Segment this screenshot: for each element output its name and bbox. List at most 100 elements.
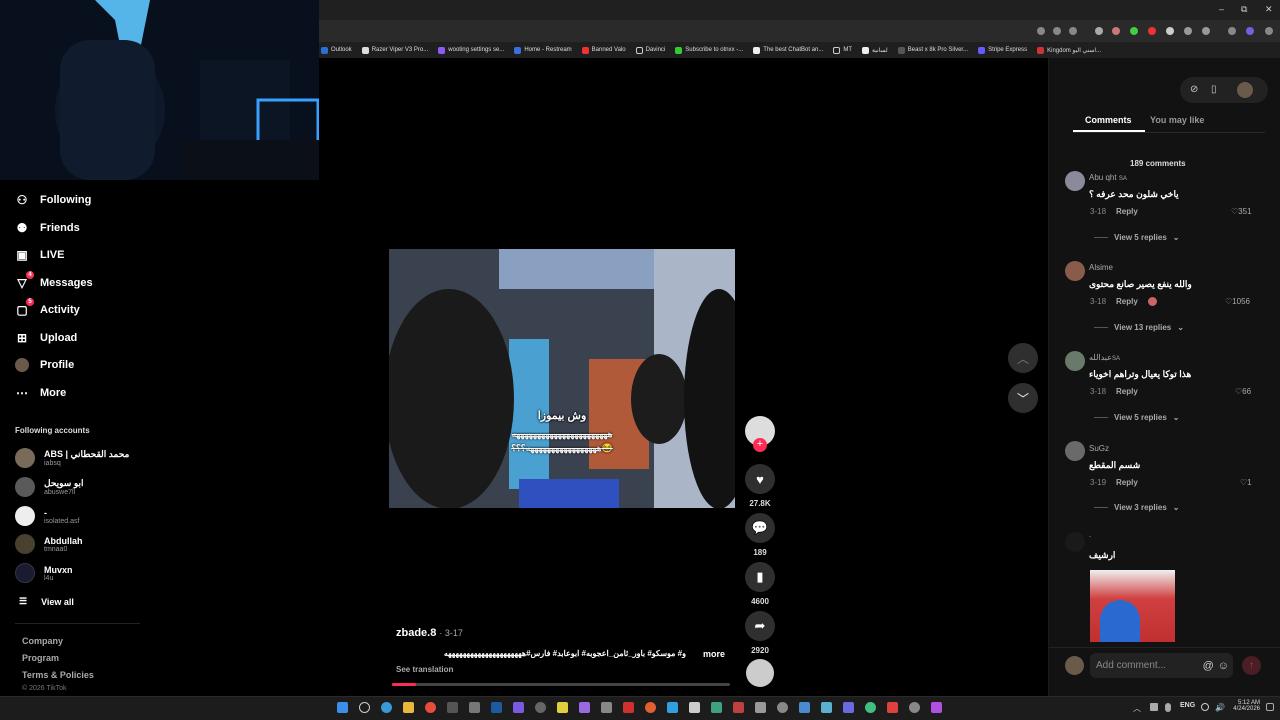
app-icon[interactable] — [601, 702, 612, 713]
avatar[interactable] — [1065, 261, 1085, 281]
author-name[interactable]: عبدالله — [1089, 353, 1112, 362]
search-icon[interactable] — [359, 702, 370, 713]
app-icon[interactable] — [909, 702, 920, 713]
sidebar-item-following[interactable]: ⚇ Following — [15, 193, 92, 207]
extension-icon[interactable] — [1166, 27, 1174, 35]
volume-icon[interactable]: 🔊 — [1215, 703, 1225, 712]
comment-icon[interactable]: 💬 — [745, 513, 775, 543]
app-icon[interactable] — [733, 702, 744, 713]
tab-you-may-like[interactable]: You may like — [1150, 115, 1204, 125]
view-replies-button[interactable]: View 5 replies ⌄ — [1094, 413, 1179, 422]
bookmark[interactable]: Stripe Express — [978, 46, 1027, 54]
zoom-icon[interactable] — [1037, 27, 1045, 35]
menu-kebab-icon[interactable] — [1265, 27, 1273, 35]
file-explorer-icon[interactable] — [403, 702, 414, 713]
following-account[interactable]: - isolated.asf — [15, 506, 79, 526]
add-comment-input[interactable]: Add comment... @ ☺ — [1090, 653, 1233, 678]
author-avatar-button[interactable]: + — [745, 416, 775, 452]
sidebar-item-more[interactable]: ⋯ More — [15, 386, 66, 400]
bookmark[interactable]: Home - Restream — [514, 46, 572, 54]
app-icon[interactable] — [843, 702, 854, 713]
bookmark[interactable]: Kingdom اسني اليو... — [1037, 46, 1101, 54]
author-name[interactable]: zbade.8 — [396, 627, 436, 639]
microphone-icon[interactable] — [1165, 703, 1171, 712]
caption-more-button[interactable]: more — [703, 649, 725, 659]
following-account[interactable]: Abdullah tmnaa0 — [15, 534, 83, 554]
comment-author[interactable]: . — [1089, 530, 1091, 539]
extension-icon[interactable] — [1130, 27, 1138, 35]
wifi-icon[interactable] — [1201, 703, 1209, 711]
emoji-icon[interactable]: ☺ — [1218, 660, 1229, 672]
extensions-puzzle-icon[interactable] — [1202, 27, 1210, 35]
app-icon[interactable] — [447, 702, 458, 713]
reply-button[interactable]: Reply — [1116, 478, 1138, 487]
bookmark[interactable]: Banned Valo — [581, 46, 626, 54]
mention-icon[interactable]: @ — [1203, 660, 1214, 672]
extension-icon[interactable] — [1148, 27, 1156, 35]
comment-like[interactable]: ♡66 — [1235, 387, 1251, 396]
share-arrow-icon[interactable]: ➦ — [745, 611, 775, 641]
tray-chevron-icon[interactable]: ︿ — [1133, 703, 1141, 714]
extension-icon[interactable] — [1112, 27, 1120, 35]
comment-author[interactable]: SuGz — [1089, 444, 1109, 453]
avatar[interactable] — [1065, 351, 1085, 371]
chrome-icon[interactable] — [425, 702, 436, 713]
language-indicator[interactable]: ENG — [1180, 702, 1195, 709]
tab-comments[interactable]: Comments — [1085, 115, 1132, 125]
sidebar-item-messages[interactable]: ▽ 4 Messages — [15, 271, 93, 290]
discord-icon[interactable] — [513, 702, 524, 713]
reply-button[interactable]: Reply — [1116, 207, 1138, 216]
start-icon[interactable] — [337, 702, 348, 713]
sidebar-item-activity[interactable]: ▢ 5 Activity — [15, 298, 80, 317]
settings-icon[interactable] — [777, 702, 788, 713]
next-video-button[interactable]: ﹀ — [1008, 383, 1038, 413]
device-icon[interactable]: ▯ — [1211, 84, 1217, 95]
maximize-button[interactable]: ⧉ — [1241, 4, 1247, 15]
bookmark[interactable]: wooting settings se... — [438, 46, 504, 54]
author-name[interactable]: Abu qht — [1089, 173, 1117, 182]
bookmark[interactable]: لسانية — [862, 46, 888, 54]
bookmark[interactable]: Razer Viper V3 Pro... — [361, 46, 428, 54]
app-icon[interactable] — [689, 702, 700, 713]
bookmark[interactable]: The best ChatBot an... — [753, 46, 823, 54]
video-progress-track[interactable] — [392, 683, 730, 686]
app-icon[interactable] — [469, 702, 480, 713]
app-icon[interactable] — [645, 702, 656, 713]
reply-button[interactable]: Reply — [1116, 387, 1138, 396]
comment-image[interactable] — [1090, 570, 1175, 642]
extension-icon[interactable] — [1184, 27, 1192, 35]
app-icon[interactable] — [535, 702, 546, 713]
app-icon[interactable] — [821, 702, 832, 713]
view-replies-button[interactable]: View 3 replies ⌄ — [1094, 503, 1179, 512]
see-translation-link[interactable]: See translation — [396, 665, 453, 674]
close-window-button[interactable]: ✕ — [1265, 4, 1273, 15]
bookmark-folder[interactable]: MT — [833, 46, 852, 54]
comment-author[interactable]: Alsime — [1089, 263, 1113, 272]
follow-plus-icon[interactable]: + — [753, 438, 767, 452]
tray-app-icon[interactable] — [1150, 703, 1158, 711]
app-icon[interactable] — [557, 702, 568, 713]
avatar[interactable] — [1237, 82, 1253, 98]
bookmark[interactable]: Outlook — [321, 46, 352, 54]
app-icon[interactable] — [865, 702, 876, 713]
app-icon[interactable] — [799, 702, 810, 713]
profile-avatar[interactable] — [1246, 27, 1254, 35]
comment-action[interactable]: 💬 189 — [745, 513, 775, 557]
send-comment-button[interactable]: ↑ — [1242, 656, 1261, 675]
app-icon[interactable] — [667, 702, 678, 713]
notifications-icon[interactable] — [1266, 703, 1274, 711]
reply-button[interactable]: Reply — [1116, 297, 1138, 306]
sidebar-item-friends[interactable]: ⚉ Friends — [15, 221, 80, 235]
avatar[interactable] — [1065, 171, 1085, 191]
save-action[interactable]: ▮ 4600 — [745, 562, 775, 606]
comment-like[interactable]: ♡1056 — [1225, 297, 1250, 306]
video-author[interactable]: zbade.8 · 3-17 — [396, 627, 463, 639]
app-icon[interactable] — [623, 702, 634, 713]
avatar[interactable] — [1065, 532, 1085, 552]
following-account[interactable]: ABS | محمد القحطاني iabsq — [15, 448, 129, 468]
view-replies-button[interactable]: View 5 replies ⌄ — [1094, 233, 1179, 242]
extension-icon[interactable] — [1095, 27, 1103, 35]
footer-terms-link[interactable]: Terms & Policies — [22, 670, 94, 680]
app-icon[interactable] — [579, 702, 590, 713]
sidebar-toggle-icon[interactable] — [1228, 27, 1236, 35]
